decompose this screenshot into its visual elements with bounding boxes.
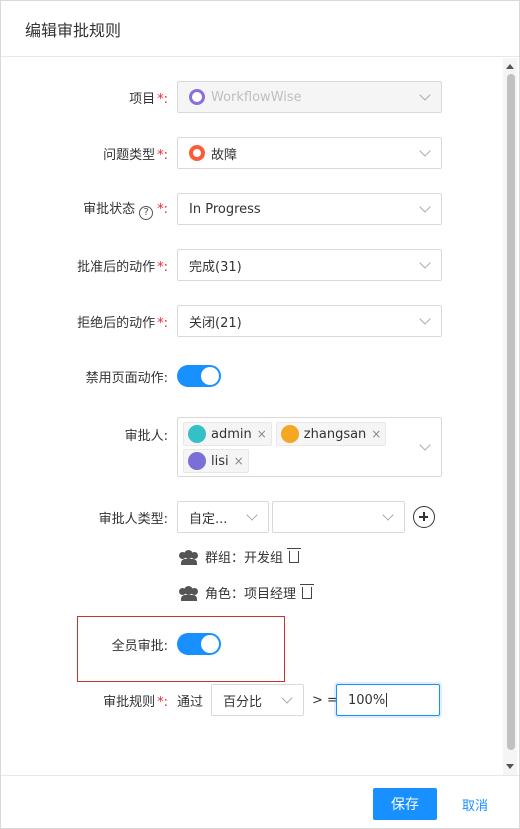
rule-prefix: 通过 xyxy=(177,694,204,710)
avatar xyxy=(280,425,299,443)
project-value: WorkflowWise xyxy=(211,89,302,105)
approver-type-value: 自定... xyxy=(189,511,228,527)
after-reject-select[interactable]: 关闭(21) xyxy=(177,305,442,337)
dialog-body: 项目 *: WorkflowWise 问题类型 *: 故障 审批状态? *: I… xyxy=(1,58,503,775)
rule-operator: > = xyxy=(312,692,338,708)
approver-type-select[interactable]: 自定... xyxy=(177,501,269,533)
issue-type-label: 问题类型 *: xyxy=(103,147,168,163)
after-approve-label: 批准后的动作 *: xyxy=(77,259,168,275)
after-approve-value: 完成(31) xyxy=(189,259,242,275)
fault-icon xyxy=(189,145,205,161)
rule-mode-value: 百分比 xyxy=(223,694,263,710)
after-approve-row: 批准后的动作 *: 完成(31) xyxy=(1,249,503,281)
approvers-label: 审批人: xyxy=(124,429,168,444)
after-approve-select[interactable]: 完成(31) xyxy=(177,249,442,281)
chevron-down-icon xyxy=(419,145,431,157)
scroll-down-icon[interactable] xyxy=(506,764,514,769)
group-icon xyxy=(179,585,199,601)
edit-approval-rule-dialog: 编辑审批规则 项目 *: WorkflowWise 问题类型 *: 故障 审批状… xyxy=(0,0,520,829)
cancel-button[interactable]: 取消 xyxy=(451,788,499,820)
approvers-row: 审批人: admin × zhangsan × lisi × xyxy=(1,417,503,477)
close-icon[interactable]: × xyxy=(257,427,267,441)
disable-page-action-label: 禁用页面动作: xyxy=(85,370,168,386)
scroll-up-icon[interactable] xyxy=(506,64,514,69)
all-approve-label: 全员审批: xyxy=(111,638,168,654)
chevron-down-icon xyxy=(419,89,431,101)
approval-status-label: 审批状态? *: xyxy=(83,202,168,220)
rule-mode-select[interactable]: 百分比 xyxy=(211,684,304,716)
trash-icon[interactable] xyxy=(287,547,302,563)
issue-type-value: 故障 xyxy=(211,147,238,163)
approval-rule-label: 审批规则 *: xyxy=(103,694,168,710)
project-row: 项目 *: WorkflowWise xyxy=(1,81,503,113)
dialog-header: 编辑审批规则 xyxy=(1,1,519,57)
approval-status-select[interactable]: In Progress xyxy=(177,193,442,225)
approver-type-label: 审批人类型: xyxy=(98,511,168,527)
scrollbar-thumb[interactable] xyxy=(507,74,515,750)
chevron-down-icon xyxy=(419,313,431,325)
project-select[interactable]: WorkflowWise xyxy=(177,81,442,113)
approver-tag-admin: admin × xyxy=(183,422,272,446)
close-icon[interactable]: × xyxy=(371,427,381,441)
trash-icon[interactable] xyxy=(300,583,315,599)
toggle-knob xyxy=(201,367,219,385)
disable-page-action-toggle[interactable] xyxy=(177,365,221,387)
approval-status-value: In Progress xyxy=(189,201,261,217)
text-cursor xyxy=(386,693,388,707)
after-reject-row: 拒绝后的动作 *: 关闭(21) xyxy=(1,305,503,337)
avatar xyxy=(188,425,206,443)
avatar xyxy=(188,452,206,470)
group-icon xyxy=(179,549,199,565)
approver-type-row: 审批人类型: 自定... xyxy=(1,501,503,533)
approver-target-select[interactable] xyxy=(272,501,405,533)
chevron-down-icon xyxy=(281,692,293,704)
approvers-multiselect[interactable]: admin × zhangsan × lisi × xyxy=(177,417,442,477)
all-approve-toggle[interactable] xyxy=(177,633,221,655)
approver-tag-lisi: lisi × xyxy=(183,449,249,473)
approver-entry-role: 角色：项目经理 xyxy=(179,583,315,602)
chevron-down-icon xyxy=(419,201,431,213)
dialog-footer: 保存 取消 xyxy=(1,775,519,829)
chevron-down-icon xyxy=(246,509,258,521)
chevron-down-icon xyxy=(419,257,431,269)
approval-rule-row: 审批规则 *: 通过 百分比 > = 100% xyxy=(1,684,503,716)
help-icon[interactable]: ? xyxy=(139,206,154,220)
chevron-down-icon xyxy=(419,439,431,451)
vertical-scrollbar[interactable] xyxy=(503,58,517,775)
save-button[interactable]: 保存 xyxy=(373,788,437,820)
dialog-title: 编辑审批规则 xyxy=(25,20,122,40)
close-icon[interactable]: × xyxy=(234,454,244,468)
approval-status-row: 审批状态? *: In Progress xyxy=(1,193,503,225)
chevron-down-icon xyxy=(382,509,394,521)
all-approve-row: 全员审批: xyxy=(1,633,503,655)
approver-entry-group: 群组：开发组 xyxy=(179,547,302,566)
after-reject-label: 拒绝后的动作 *: xyxy=(77,315,168,331)
add-approver-button[interactable] xyxy=(413,506,435,528)
project-logo-icon xyxy=(189,89,205,105)
rule-percent-input[interactable]: 100% xyxy=(336,684,440,716)
project-label: 项目 *: xyxy=(129,91,168,107)
approver-tag-zhangsan: zhangsan × xyxy=(275,422,387,446)
issue-type-select[interactable]: 故障 xyxy=(177,137,442,169)
disable-page-action-row: 禁用页面动作: xyxy=(1,365,503,387)
issue-type-row: 问题类型 *: 故障 xyxy=(1,137,503,169)
after-reject-value: 关闭(21) xyxy=(189,315,242,331)
toggle-knob xyxy=(201,635,219,653)
